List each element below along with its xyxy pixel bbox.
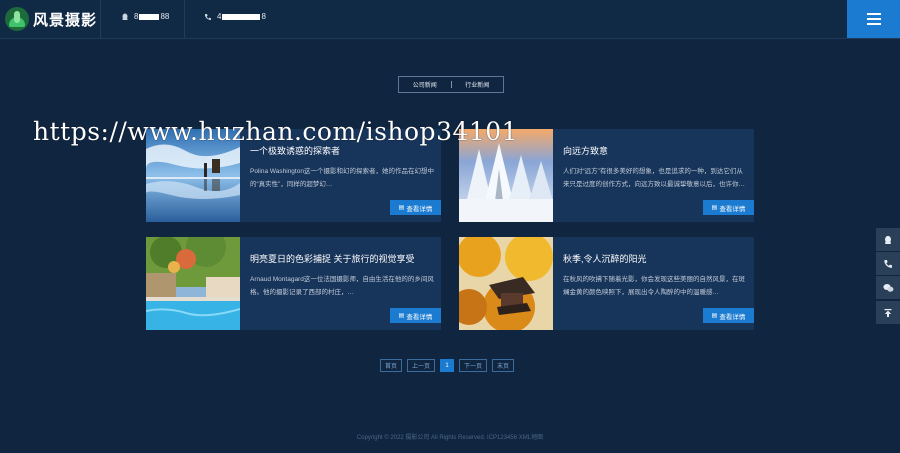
pagination-next[interactable]: 下一页 bbox=[459, 359, 488, 372]
pagination-current[interactable]: 1 bbox=[440, 359, 455, 372]
pagination-last[interactable]: 末页 bbox=[492, 359, 515, 372]
view-details-label: 查看详情 bbox=[719, 313, 746, 321]
contact-qq: 8 88 bbox=[121, 12, 169, 21]
article-image-summer-pool[interactable] bbox=[146, 237, 240, 330]
view-details-label: 查看详情 bbox=[719, 205, 746, 213]
watermark-text: https://www.huzhan.com/ishop34101 bbox=[33, 117, 519, 146]
logo-mark-icon bbox=[5, 7, 29, 31]
redaction-bar bbox=[222, 13, 261, 20]
wechat-icon[interactable] bbox=[876, 276, 900, 299]
article-image-autumn-pagoda[interactable] bbox=[459, 237, 553, 330]
header-divider bbox=[184, 0, 185, 38]
article-desc: Polina Washington这一个摄影和幻的探索者，她的作品在幻想中的“真… bbox=[250, 168, 434, 188]
redaction-bar bbox=[139, 13, 160, 20]
logo-text: 风景摄影 bbox=[33, 10, 98, 29]
tab-industry-news[interactable]: 行业新闻 bbox=[452, 80, 504, 89]
hamburger-icon[interactable] bbox=[847, 0, 900, 38]
contact-qq-suffix: 88 bbox=[160, 12, 170, 21]
contact-phone: 4 8 bbox=[204, 12, 266, 21]
contact-qq-prefix: 8 bbox=[134, 12, 139, 21]
phone-icon bbox=[204, 13, 212, 21]
pagination-first[interactable]: 首页 bbox=[380, 359, 403, 372]
contact-phone-prefix: 4 bbox=[217, 12, 222, 21]
article-desc: 人们对“远方”有很多美好的想象，也是追求的一种，到达它们从来只是过度的创作方式，… bbox=[563, 168, 745, 188]
view-details-button[interactable]: ▤ 查看详情 bbox=[703, 200, 754, 215]
site-header: 风景摄影 8 88 4 8 bbox=[0, 0, 900, 39]
view-details-label: 查看详情 bbox=[406, 313, 433, 321]
details-icon: ▤ bbox=[398, 313, 405, 319]
view-details-label: 查看详情 bbox=[406, 205, 433, 213]
phone-icon[interactable] bbox=[876, 252, 900, 275]
pagination-prev[interactable]: 上一页 bbox=[407, 359, 436, 372]
back-to-top-icon[interactable] bbox=[876, 301, 900, 324]
view-details-button[interactable]: ▤ 查看详情 bbox=[703, 308, 754, 323]
article-card[interactable]: 明亮夏日的色彩捕捉 关于旅行的视觉享受 Arnaud Montagard这一位法… bbox=[146, 237, 441, 330]
view-details-button[interactable]: ▤ 查看详情 bbox=[390, 308, 441, 323]
footer-copyright: Copyright © 2022 摄影公司 All Rights Reserve… bbox=[356, 435, 544, 441]
details-icon: ▤ bbox=[711, 313, 718, 319]
view-details-button[interactable]: ▤ 查看详情 bbox=[390, 200, 441, 215]
article-title[interactable]: 明亮夏日的色彩捕捉 关于旅行的视觉享受 bbox=[250, 252, 430, 265]
details-icon: ▤ bbox=[711, 205, 718, 211]
header-divider bbox=[100, 0, 101, 38]
news-tabs: 公司新闻 行业新闻 bbox=[398, 76, 504, 93]
qq-icon bbox=[121, 13, 129, 21]
article-title[interactable]: 秋季,令人沉醉的阳光 bbox=[563, 252, 743, 265]
qq-icon[interactable] bbox=[876, 228, 900, 251]
contact-phone-suffix: 8 bbox=[261, 12, 266, 21]
tab-company-news[interactable]: 公司新闻 bbox=[399, 80, 451, 89]
details-icon: ▤ bbox=[398, 205, 405, 211]
article-desc: Arnaud Montagard这一位法国摄影师，自由生活在他的的乡间风格。他的… bbox=[250, 276, 434, 296]
site-logo[interactable]: 风景摄影 bbox=[5, 6, 100, 32]
article-title[interactable]: 向远方致意 bbox=[563, 144, 743, 157]
pagination: 首页 上一页 1 下一页 末页 bbox=[380, 359, 515, 372]
article-desc: 在秋风的吹拂下随着光影，你会发现这些美丽的自然风景，在斑斓金黄的颜色映照下，展现… bbox=[563, 276, 745, 296]
article-card[interactable]: 秋季,令人沉醉的阳光 在秋风的吹拂下随着光影，你会发现这些美丽的自然风景，在斑斓… bbox=[459, 237, 754, 330]
